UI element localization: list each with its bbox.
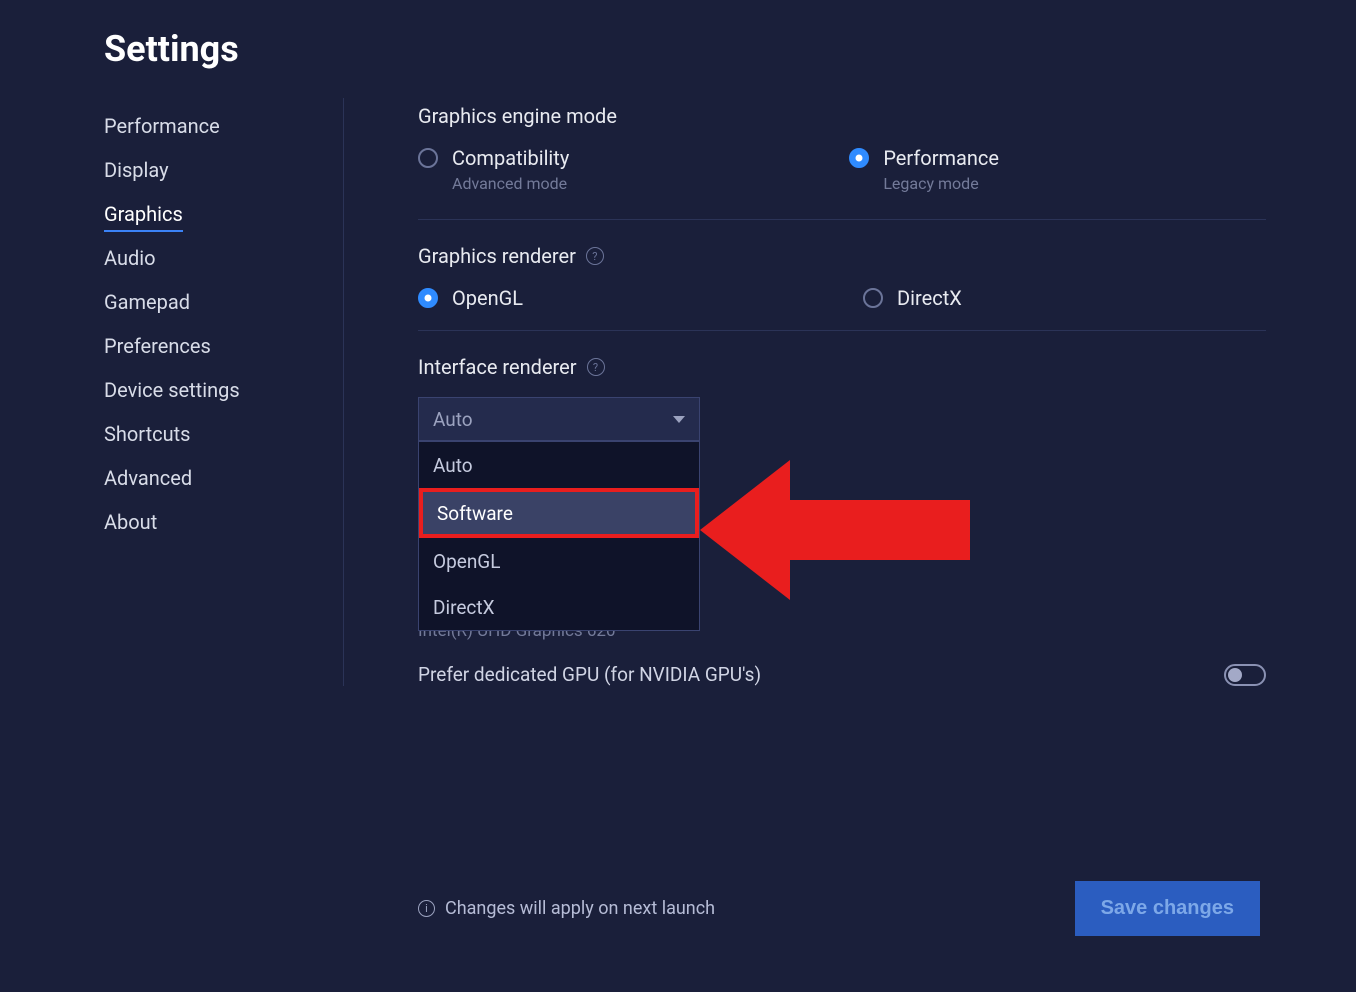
graphics-renderer-title: Graphics renderer ? [418,244,1266,268]
prefer-dedicated-gpu-toggle[interactable] [1224,664,1266,686]
radio-icon [418,148,438,168]
save-changes-button[interactable]: Save changes [1075,881,1260,936]
radio-sublabel: Legacy mode [883,174,999,193]
settings-main-panel: Graphics engine mode Compatibility Advan… [344,98,1356,686]
sidebar-item-about[interactable]: About [104,500,343,544]
sidebar-item-advanced[interactable]: Advanced [104,456,343,500]
engine-mode-compatibility[interactable]: Compatibility Advanced mode [418,146,569,193]
prefer-dedicated-gpu-label: Prefer dedicated GPU (for NVIDIA GPU's) [418,663,761,686]
engine-mode-performance[interactable]: Performance Legacy mode [849,146,999,193]
apply-notice: i Changes will apply on next launch [418,898,715,919]
radio-label: Performance [883,146,999,170]
info-icon: i [418,900,435,917]
dropdown-option-auto[interactable]: Auto [419,442,699,488]
radio-icon [863,288,883,308]
settings-sidebar: Performance Display Graphics Audio Gamep… [104,98,344,686]
sidebar-item-device-settings[interactable]: Device settings [104,368,343,412]
sidebar-item-display[interactable]: Display [104,148,343,192]
sidebar-item-graphics[interactable]: Graphics [104,192,343,236]
radio-sublabel: Advanced mode [452,174,569,193]
sidebar-item-performance[interactable]: Performance [104,104,343,148]
divider [418,330,1266,331]
divider [418,219,1266,220]
dropdown-option-directx[interactable]: DirectX [419,584,699,630]
dropdown-option-opengl[interactable]: OpenGL [419,538,699,584]
help-icon[interactable]: ? [587,358,605,376]
chevron-down-icon [673,416,685,423]
dropdown-option-software[interactable]: Software [419,488,699,538]
dropdown-selected-value: Auto [433,408,473,431]
radio-label: Compatibility [452,146,569,170]
interface-renderer-title: Interface renderer ? [418,355,1266,379]
sidebar-item-preferences[interactable]: Preferences [104,324,343,368]
radio-icon [418,288,438,308]
engine-mode-title: Graphics engine mode [418,104,1266,128]
radio-icon [849,148,869,168]
interface-renderer-dropdown[interactable]: Auto [418,397,700,441]
radio-label: OpenGL [452,286,523,310]
sidebar-item-audio[interactable]: Audio [104,236,343,280]
sidebar-item-shortcuts[interactable]: Shortcuts [104,412,343,456]
interface-renderer-dropdown-list: Auto Software OpenGL DirectX [418,441,700,631]
page-title: Settings [0,0,1356,70]
sidebar-item-gamepad[interactable]: Gamepad [104,280,343,324]
help-icon[interactable]: ? [586,247,604,265]
toggle-knob-icon [1228,668,1242,682]
radio-label: DirectX [897,286,962,310]
renderer-opengl[interactable]: OpenGL [418,286,523,310]
renderer-directx[interactable]: DirectX [863,286,962,310]
